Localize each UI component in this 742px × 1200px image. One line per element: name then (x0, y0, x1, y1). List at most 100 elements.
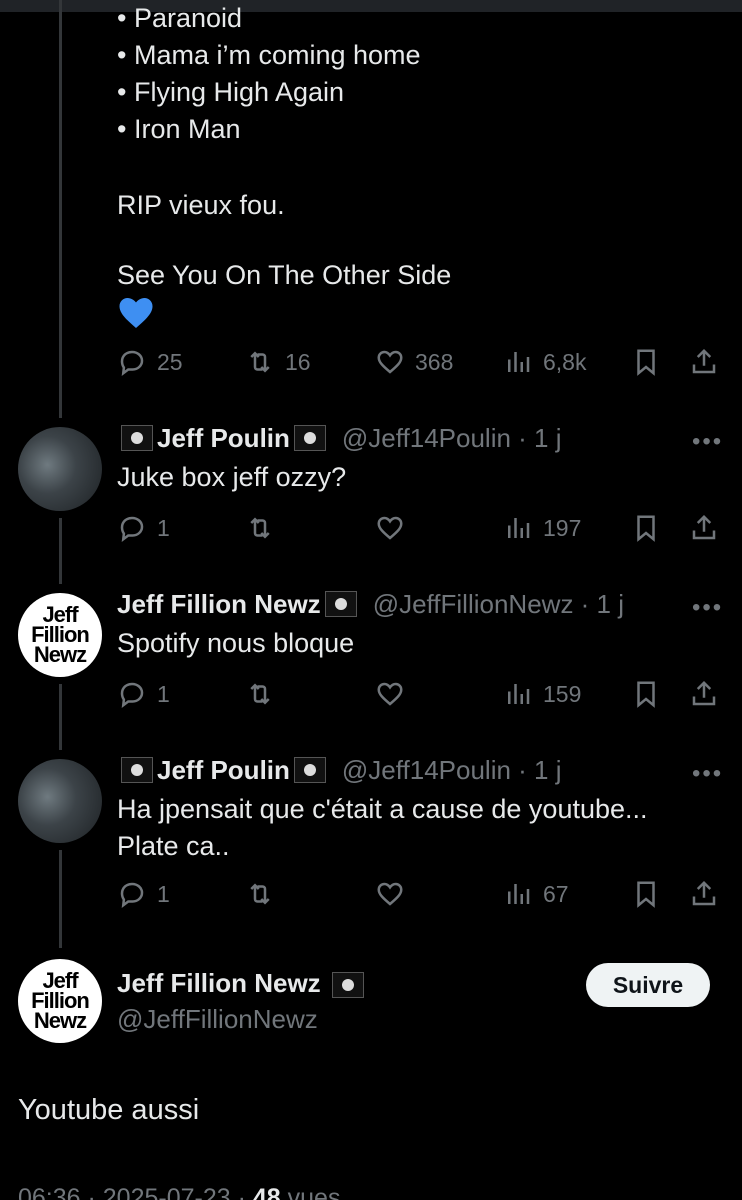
author-name[interactable]: Jeff Fillion Newz (117, 589, 321, 620)
reply-text: Ha jpensait que c'était a cause de youtu… (117, 794, 648, 861)
reply-count: 1 (157, 880, 170, 907)
song-bullet: • Flying High Again (117, 77, 345, 107)
repost-button[interactable]: 16 (245, 342, 311, 382)
more-options-icon[interactable]: ••• (692, 760, 722, 787)
bookmark-icon (637, 349, 655, 376)
song-bullet: • Mama i’m coming home (117, 40, 421, 70)
thread-line (59, 684, 62, 750)
reply-button[interactable]: 1 (117, 874, 170, 914)
tweet-line: RIP vieux fou. (117, 190, 285, 220)
repost-icon (250, 883, 270, 905)
bookmark-button[interactable] (631, 508, 661, 548)
pirate-flag-icon (293, 425, 326, 451)
share-button[interactable] (689, 508, 719, 548)
author-name[interactable]: Jeff Poulin (157, 755, 290, 786)
focused-tweet-text: Youtube aussi (18, 1094, 200, 1126)
share-button[interactable] (689, 874, 719, 914)
focused-author[interactable]: Jeff Fillion Newz (117, 968, 368, 999)
views-count: 197 (543, 514, 582, 541)
reply-icon (120, 350, 144, 376)
author-handle[interactable]: @Jeff14Poulin · 1 j (342, 755, 562, 786)
repost-icon (250, 517, 270, 539)
heart-icon (377, 516, 403, 540)
like-button[interactable] (375, 874, 405, 914)
views-total: 48 (252, 1184, 281, 1200)
avatar[interactable] (18, 759, 102, 843)
bookmark-icon (637, 515, 655, 542)
share-button[interactable] (689, 674, 719, 714)
like-button[interactable] (375, 674, 405, 714)
pirate-flag-icon (121, 757, 153, 783)
views-count: 6,8k (543, 348, 587, 375)
reply-button[interactable]: 1 (117, 508, 170, 548)
like-button[interactable] (375, 508, 405, 548)
repost-icon (250, 351, 270, 373)
reply-count: 1 (157, 514, 170, 541)
pirate-flag-icon (324, 591, 357, 617)
thread-line (59, 0, 62, 418)
bookmark-button[interactable] (631, 674, 661, 714)
reply-header: Jeff Fillion Newz @JeffFillionNewz · 1 j (117, 586, 624, 622)
repost-button[interactable] (245, 508, 275, 548)
more-options-icon[interactable]: ••• (692, 428, 722, 455)
repost-count: 16 (285, 348, 311, 375)
reply-text: Juke box jeff ozzy? (117, 462, 347, 492)
main-tweet-actions: 25 16 368 6,8k (117, 342, 727, 382)
like-count: 368 (415, 348, 454, 375)
views-button[interactable]: 6,8k (503, 342, 586, 382)
views-icon (508, 352, 530, 372)
timestamp[interactable]: 06:36 · 2025-07-23 · (18, 1184, 253, 1200)
author-handle[interactable]: @JeffFillionNewz · 1 j (373, 589, 624, 620)
avatar[interactable]: Jeff Fillion Newz (18, 593, 102, 677)
like-button[interactable]: 368 (375, 342, 453, 382)
reply-button[interactable]: 1 (117, 674, 170, 714)
reply-icon (120, 516, 144, 542)
tweet-meta: 06:36 · 2025-07-23 · 48 vues (18, 1184, 340, 1200)
reply-button[interactable]: 25 (117, 342, 183, 382)
repost-button[interactable] (245, 674, 275, 714)
views-button[interactable]: 67 (503, 874, 569, 914)
share-icon (692, 680, 716, 706)
thread-line (59, 850, 62, 948)
heart-icon (377, 350, 403, 374)
logo-line: Newz (33, 642, 87, 667)
share-icon (692, 880, 716, 906)
blue-heart-icon (119, 298, 153, 328)
song-bullet: • Iron Man (117, 114, 241, 144)
share-icon (692, 348, 716, 374)
bookmark-button[interactable] (631, 342, 661, 382)
heart-icon (377, 882, 403, 906)
thread-line (59, 518, 62, 584)
reply-header: Jeff Poulin @Jeff14Poulin · 1 j (117, 752, 562, 788)
pirate-flag-icon (331, 972, 364, 999)
reply-actions: 1 197 (117, 508, 727, 548)
share-button[interactable] (689, 342, 719, 382)
reply-count: 25 (157, 348, 183, 375)
avatar[interactable] (18, 427, 102, 511)
bookmark-button[interactable] (631, 874, 661, 914)
author-handle[interactable]: @Jeff14Poulin · 1 j (342, 423, 562, 454)
views-icon (508, 518, 530, 538)
more-options-icon[interactable]: ••• (692, 594, 722, 621)
views-label: vues (280, 1184, 341, 1200)
reply-text: Spotify nous bloque (117, 628, 355, 658)
tweet-line: See You On The Other Side (117, 260, 452, 290)
repost-button[interactable] (245, 874, 275, 914)
repost-icon (250, 683, 270, 705)
logo-line: Newz (33, 1008, 87, 1033)
pirate-flag-icon (121, 425, 153, 451)
views-button[interactable]: 159 (503, 674, 581, 714)
follow-button[interactable]: Suivre (586, 963, 710, 1007)
author-handle[interactable]: @JeffFillionNewz (117, 1004, 318, 1035)
views-button[interactable]: 197 (503, 508, 581, 548)
reply-actions: 1 67 (117, 874, 727, 914)
views-icon (508, 884, 530, 904)
main-tweet-text: • Paranoid • Mama i’m coming home • Flyi… (117, 0, 717, 294)
bookmark-icon (637, 681, 655, 708)
share-icon (692, 514, 716, 540)
author-name[interactable]: Jeff Poulin (157, 423, 290, 454)
author-name[interactable]: Jeff Fillion Newz (117, 968, 321, 998)
song-bullet: • Paranoid (117, 3, 243, 33)
avatar[interactable]: Jeff Fillion Newz (18, 959, 102, 1043)
reply-count: 1 (157, 680, 170, 707)
